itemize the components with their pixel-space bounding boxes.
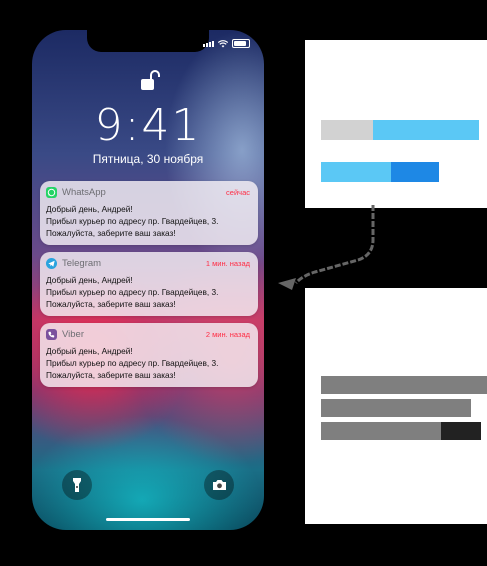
camera-icon bbox=[212, 480, 226, 490]
notification-line: Добрый день, Андрей! bbox=[46, 204, 133, 214]
notification-app-name: Telegram bbox=[62, 258, 102, 269]
placeholder-bar bbox=[321, 399, 471, 417]
placeholder-bar bbox=[441, 422, 481, 440]
notification-telegram[interactable]: Telegram 1 мин. назад Добрый день, Андре… bbox=[40, 252, 258, 316]
info-panel-bottom bbox=[305, 288, 487, 524]
notification-time: 2 мин. назад bbox=[205, 330, 250, 339]
viber-icon bbox=[46, 329, 57, 340]
whatsapp-icon bbox=[46, 187, 57, 198]
phone-notch bbox=[87, 30, 209, 52]
notification-header: Telegram 1 мин. назад bbox=[46, 258, 250, 270]
phone-lock-screen: 9:41 Пятница, 30 ноября WhatsApp сейчас … bbox=[32, 30, 264, 530]
telegram-icon bbox=[46, 258, 57, 269]
notification-message: Добрый день, Андрей! Прибыл курьер по ад… bbox=[46, 274, 252, 310]
notification-line: Пожалуйста, заберите ваш заказ! bbox=[46, 299, 176, 309]
flashlight-icon bbox=[73, 478, 81, 492]
notification-time: 1 мин. назад bbox=[205, 259, 250, 268]
notification-time: сейчас bbox=[226, 188, 250, 197]
notification-message: Добрый день, Андрей! Прибыл курьер по ад… bbox=[46, 203, 252, 239]
notification-line: Прибыл курьер по адресу пр. Гвардейцев, … bbox=[46, 358, 219, 368]
notification-app-name: WhatsApp bbox=[62, 187, 106, 198]
status-bar bbox=[203, 39, 250, 48]
placeholder-bar bbox=[321, 376, 487, 394]
placeholder-bar bbox=[321, 422, 441, 440]
info-panel-top bbox=[305, 40, 487, 208]
notification-header: Viber 2 мин. назад bbox=[46, 329, 250, 341]
notification-line: Пожалуйста, заберите ваш заказ! bbox=[46, 370, 176, 380]
notification-message: Добрый день, Андрей! Прибыл курьер по ад… bbox=[46, 345, 252, 381]
canvas: 9:41 Пятница, 30 ноября WhatsApp сейчас … bbox=[0, 0, 487, 566]
notification-line: Прибыл курьер по адресу пр. Гвардейцев, … bbox=[46, 287, 219, 297]
highlight-bar bbox=[373, 120, 479, 140]
placeholder-bar bbox=[321, 120, 373, 140]
signal-icon bbox=[203, 40, 214, 47]
pointer-arrow bbox=[278, 205, 375, 290]
notification-line: Прибыл курьер по адресу пр. Гвардейцев, … bbox=[46, 216, 219, 226]
home-indicator bbox=[106, 518, 190, 521]
highlight-bar bbox=[391, 162, 439, 182]
lock-screen-date: Пятница, 30 ноября bbox=[92, 152, 204, 166]
notification-header: WhatsApp сейчас bbox=[46, 187, 250, 199]
battery-icon bbox=[232, 39, 250, 48]
notification-viber[interactable]: Viber 2 мин. назад Добрый день, Андрей! … bbox=[40, 323, 258, 387]
highlight-bar bbox=[321, 162, 391, 182]
notification-line: Пожалуйста, заберите ваш заказ! bbox=[46, 228, 176, 238]
wifi-icon bbox=[218, 39, 228, 47]
notification-line: Добрый день, Андрей! bbox=[46, 346, 133, 356]
unlocked-padlock-icon bbox=[141, 70, 160, 90]
flashlight-button[interactable] bbox=[62, 470, 92, 500]
lock-screen-time: 9:41 bbox=[94, 100, 202, 151]
notification-app-name: Viber bbox=[62, 329, 85, 340]
notification-whatsapp[interactable]: WhatsApp сейчас Добрый день, Андрей! При… bbox=[40, 181, 258, 245]
camera-button[interactable] bbox=[204, 470, 234, 500]
notification-line: Добрый день, Андрей! bbox=[46, 275, 133, 285]
